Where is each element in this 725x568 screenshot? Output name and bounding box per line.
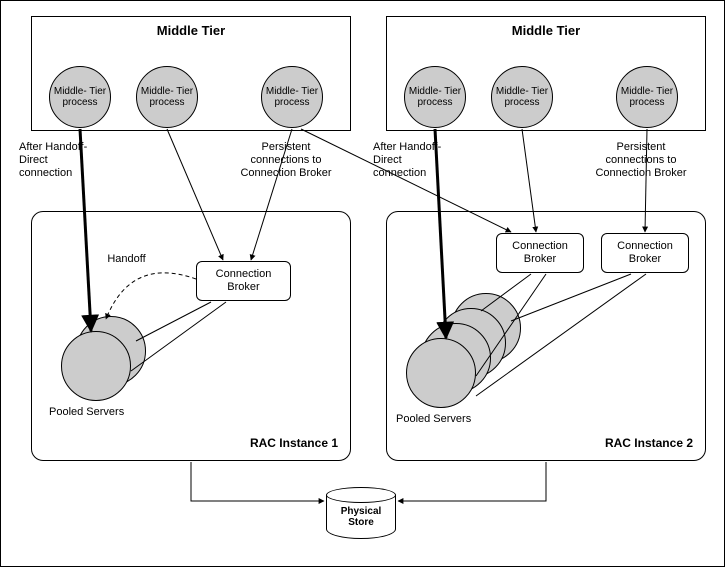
rac-instance-1-title: RAC Instance 1 <box>250 436 338 450</box>
mt-right-process-1: Middle- Tier process <box>404 66 466 128</box>
connection-broker-1: Connection Broker <box>196 261 291 301</box>
rac1-pooled-servers-label: Pooled Servers <box>49 406 144 419</box>
mt-right-process-2: Middle- Tier process <box>491 66 553 128</box>
handoff-label: Handoff <box>99 253 154 266</box>
rac2-server-1 <box>406 338 476 408</box>
middle-tier-left-title: Middle Tier <box>32 23 350 38</box>
physical-store-top <box>326 487 396 503</box>
rac1-server-1 <box>61 331 131 401</box>
connection-broker-2b: Connection Broker <box>601 233 689 273</box>
after-handoff-left-label: After Handoff- Direct connection <box>19 141 109 181</box>
middle-tier-right-title: Middle Tier <box>387 23 705 38</box>
rac-instance-2-title: RAC Instance 2 <box>605 436 693 450</box>
persistent-right-label: Persistent connections to Connection Bro… <box>581 141 701 181</box>
after-handoff-right-label: After Handoff- Direct connection <box>373 141 463 181</box>
persistent-left-label: Persistent connections to Connection Bro… <box>226 141 346 181</box>
connection-broker-2a: Connection Broker <box>496 233 584 273</box>
mt-right-process-3: Middle- Tier process <box>616 66 678 128</box>
diagram-canvas: Middle Tier Middle- Tier process Middle-… <box>0 0 725 567</box>
mt-left-process-1: Middle- Tier process <box>49 66 111 128</box>
mt-left-process-2: Middle- Tier process <box>136 66 198 128</box>
mt-left-process-3: Middle- Tier process <box>261 66 323 128</box>
rac2-pooled-servers-label: Pooled Servers <box>396 413 491 426</box>
